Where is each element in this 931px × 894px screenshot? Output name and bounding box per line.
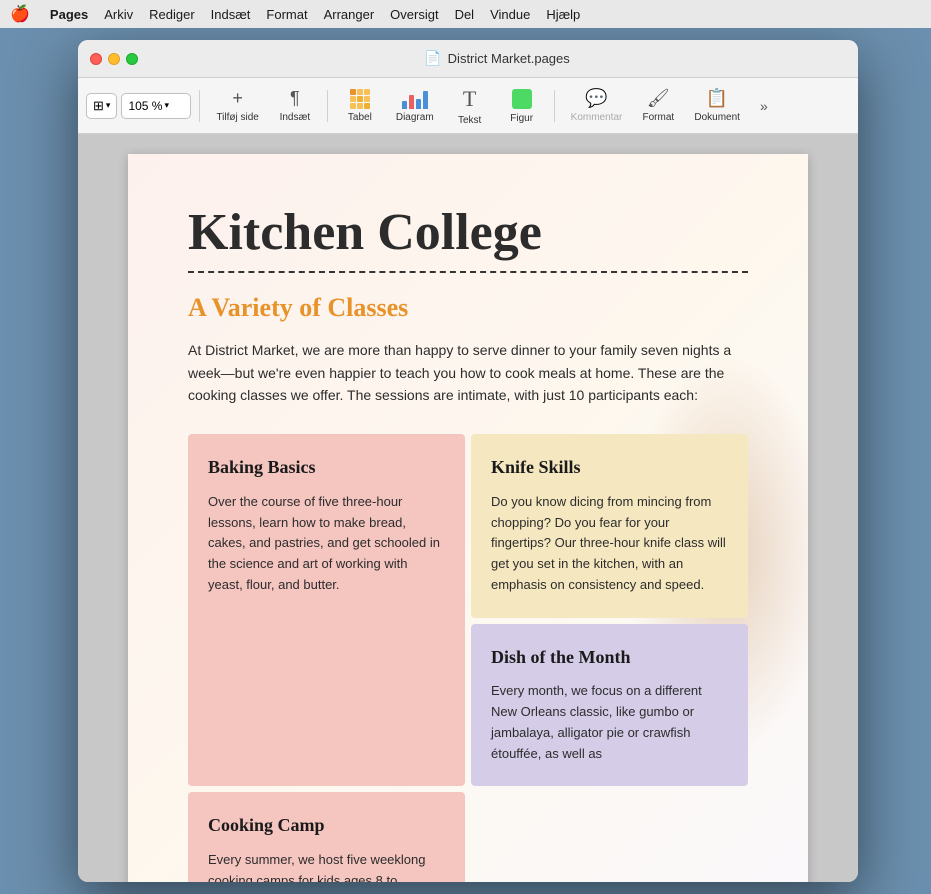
card-dish-of-month: Dish of the Month Every month, we focus … <box>471 624 748 787</box>
shape-icon <box>512 88 532 110</box>
title-divider <box>188 271 748 273</box>
zoom-button[interactable]: 105 % ▾ <box>121 93 191 119</box>
document-subtitle: A Variety of Classes <box>188 293 748 323</box>
card-cooking-camp-title: Cooking Camp <box>208 814 445 837</box>
card-knife-skills-title: Knife Skills <box>491 456 728 479</box>
comment-icon: 💬 <box>585 88 607 109</box>
plus-icon: + <box>232 88 243 109</box>
table-button[interactable]: Tabel <box>336 82 384 130</box>
document-intro: At District Market, we are more than hap… <box>188 339 748 406</box>
traffic-lights <box>90 53 138 65</box>
document-label: Dokument <box>694 112 740 123</box>
toolbar: ⊞ ▾ 105 % ▾ + Tilføj side ¶ Indsæt <box>78 78 858 134</box>
content-area[interactable]: Kitchen College A Variety of Classes At … <box>78 134 858 882</box>
cards-grid: Baking Basics Over the course of five th… <box>188 434 748 882</box>
insert-button[interactable]: ¶ Indsæt <box>271 82 319 130</box>
more-icon: » <box>760 98 768 114</box>
card-dish-of-month-text: Every month, we focus on a different New… <box>491 681 728 764</box>
zoom-chevron-icon: ▾ <box>164 100 169 111</box>
pages-window: 📄 District Market.pages ⊞ ▾ 105 % ▾ + Ti… <box>78 40 858 882</box>
menu-pages[interactable]: Pages <box>50 7 88 22</box>
window-title-text: District Market.pages <box>448 51 570 66</box>
text-button[interactable]: T Tekst <box>446 82 494 130</box>
toolbar-separator-1 <box>199 90 200 122</box>
menu-arranger[interactable]: Arranger <box>324 7 375 22</box>
menu-bar: 🍎 Pages Arkiv Rediger Indsæt Format Arra… <box>0 0 931 28</box>
menu-vindue[interactable]: Vindue <box>490 7 530 22</box>
close-button[interactable] <box>90 53 102 65</box>
card-cooking-camp: Cooking Camp Every summer, we host five … <box>188 792 465 882</box>
menu-arkiv[interactable]: Arkiv <box>104 7 133 22</box>
title-bar: 📄 District Market.pages <box>78 40 858 78</box>
menu-del[interactable]: Del <box>455 7 475 22</box>
table-icon <box>350 89 370 109</box>
toolbar-separator-3 <box>554 90 555 122</box>
document-page: Kitchen College A Variety of Classes At … <box>128 154 808 882</box>
card-baking-basics-text: Over the course of five three-hour lesso… <box>208 492 445 596</box>
card-dish-of-month-title: Dish of the Month <box>491 646 728 669</box>
comment-label: Kommentar <box>571 112 623 123</box>
more-button[interactable]: » <box>752 82 776 130</box>
card-knife-skills-text: Do you know dicing from mincing from cho… <box>491 492 728 596</box>
menu-rediger[interactable]: Rediger <box>149 7 195 22</box>
table-label: Tabel <box>348 112 372 123</box>
menu-hjaelp[interactable]: Hjælp <box>546 7 580 22</box>
card-baking-basics: Baking Basics Over the course of five th… <box>188 434 465 786</box>
card-knife-skills: Knife Skills Do you know dicing from min… <box>471 434 748 617</box>
chart-icon <box>402 89 428 109</box>
text-icon: T <box>463 86 476 112</box>
format-label: Format <box>643 112 675 123</box>
add-page-label: Tilføj side <box>216 112 258 123</box>
card-baking-basics-title: Baking Basics <box>208 456 445 479</box>
add-page-button[interactable]: + Tilføj side <box>208 82 266 130</box>
document-title: Kitchen College <box>188 204 748 261</box>
maximize-button[interactable] <box>126 53 138 65</box>
menu-indsaet[interactable]: Indsæt <box>211 7 251 22</box>
shape-button[interactable]: Figur <box>498 82 546 130</box>
paragraph-icon: ¶ <box>290 88 300 109</box>
document-button[interactable]: 📋 Dokument <box>686 82 748 130</box>
insert-label: Indsæt <box>280 112 311 123</box>
format-icon: 🖌 <box>647 88 670 109</box>
view-button[interactable]: ⊞ ▾ <box>86 93 117 119</box>
format-button[interactable]: 🖌 Format <box>634 82 682 130</box>
text-label: Tekst <box>458 115 481 126</box>
document-icon: 📋 <box>706 88 728 109</box>
view-icon: ⊞ <box>93 98 104 114</box>
window-title: 📄 District Market.pages <box>148 50 846 67</box>
document-content: Kitchen College A Variety of Classes At … <box>188 204 748 882</box>
card-cooking-camp-text: Every summer, we host five weeklong cook… <box>208 850 445 882</box>
menu-format[interactable]: Format <box>266 7 307 22</box>
apple-menu[interactable]: 🍎 <box>10 4 30 24</box>
view-chevron-icon: ▾ <box>106 100 111 111</box>
shape-label: Figur <box>510 113 533 124</box>
minimize-button[interactable] <box>108 53 120 65</box>
pages-doc-icon: 📄 <box>424 50 441 67</box>
chart-button[interactable]: Diagram <box>388 82 442 130</box>
toolbar-separator-2 <box>327 90 328 122</box>
menu-oversigt[interactable]: Oversigt <box>390 7 438 22</box>
chart-label: Diagram <box>396 112 434 123</box>
zoom-value: 105 % <box>128 99 162 113</box>
comment-button[interactable]: 💬 Kommentar <box>563 82 631 130</box>
